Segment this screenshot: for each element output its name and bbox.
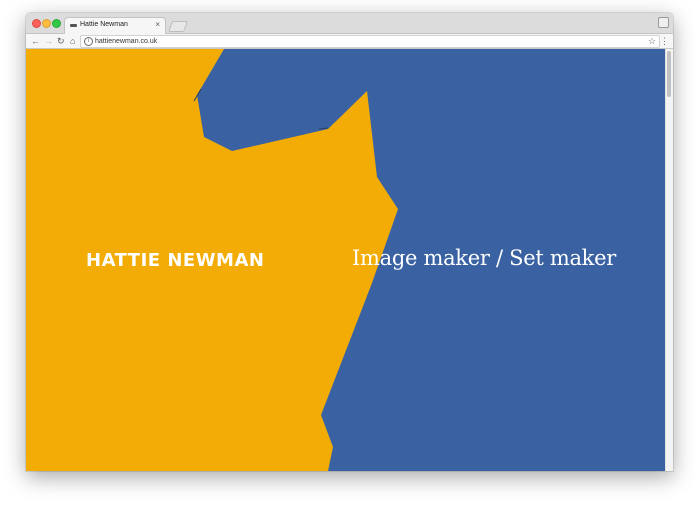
- address-bar[interactable]: i hattienewman.co.uk ☆: [80, 35, 660, 48]
- tab-strip: Hattie Newman ×: [26, 13, 673, 35]
- browser-toolbar: ← → ↻ ⌂ i hattienewman.co.uk ☆ ⋮: [26, 34, 673, 49]
- favicon-icon: [70, 24, 77, 27]
- page-viewport: HATTIE NEWMAN Image maker / Set maker: [26, 49, 673, 471]
- close-window-button[interactable]: [32, 19, 41, 28]
- site-info-icon[interactable]: i: [84, 37, 93, 46]
- new-tab-button[interactable]: [167, 21, 189, 32]
- minimize-window-button[interactable]: [42, 19, 51, 28]
- tagline: Image maker / Set maker: [352, 246, 616, 270]
- tab-hattie-newman[interactable]: Hattie Newman ×: [64, 17, 166, 35]
- site-name[interactable]: HATTIE NEWMAN: [86, 250, 264, 271]
- url-text[interactable]: hattienewman.co.uk: [95, 36, 157, 47]
- star-icon[interactable]: ☆: [648, 35, 656, 47]
- profile-icon[interactable]: [658, 17, 669, 28]
- browser-window: Hattie Newman × ← → ↻ ⌂ i hattienewman.c…: [26, 13, 673, 471]
- home-icon[interactable]: ⌂: [70, 35, 75, 47]
- forward-arrow-icon[interactable]: →: [44, 35, 53, 47]
- scroll-thumb[interactable]: [667, 51, 671, 97]
- reload-icon[interactable]: ↻: [57, 35, 65, 47]
- kebab-menu-icon[interactable]: ⋮: [660, 35, 669, 47]
- maximize-window-button[interactable]: [52, 19, 61, 28]
- scrollbar[interactable]: [665, 49, 673, 471]
- tab-close-icon[interactable]: ×: [155, 20, 160, 30]
- back-arrow-icon[interactable]: ←: [31, 35, 40, 47]
- tab-title: Hattie Newman: [80, 21, 128, 28]
